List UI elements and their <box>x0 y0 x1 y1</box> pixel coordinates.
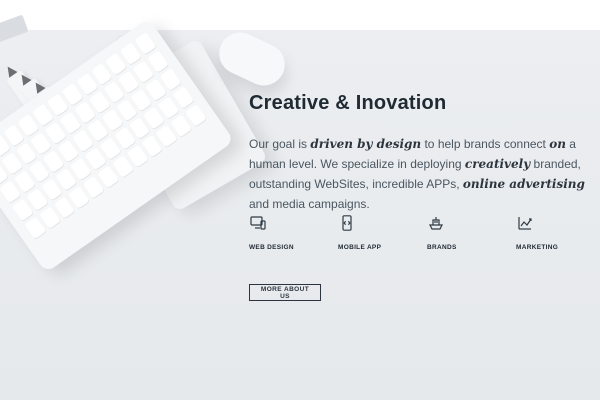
top-band <box>0 0 600 30</box>
hero-description: Our goal is driven by design to help bra… <box>249 134 594 214</box>
monitor-phone-icon <box>249 214 267 232</box>
chart-growth-icon <box>516 214 534 232</box>
service-label: WEB DESIGN <box>249 244 294 251</box>
hero-description-emphasis: online advertising <box>462 177 585 191</box>
service-marketing[interactable]: MARKETING <box>516 214 596 254</box>
more-about-us-button[interactable]: MORE ABOUT US <box>249 284 321 301</box>
hero-headline: Creative & Inovation <box>249 92 447 114</box>
service-web-design[interactable]: WEB DESIGN <box>249 214 329 254</box>
service-label: MOBILE APP <box>338 244 382 251</box>
mobile-code-icon <box>338 214 356 232</box>
hero-description-text: and media campaigns. <box>249 197 370 211</box>
service-label: BRANDS <box>427 244 457 251</box>
hero-description-emphasis: on <box>549 137 566 151</box>
hero-description-text: Our goal is <box>249 137 311 151</box>
hero-description-emphasis: driven by design <box>310 137 422 151</box>
service-brands[interactable]: BRANDS <box>427 214 507 254</box>
services-row: WEB DESIGN MOBILE APP BRANDS MARKETING <box>249 214 589 254</box>
hero-description-text: to help brands connect <box>421 137 550 151</box>
hero-section: Creative & Inovation Our goal is driven … <box>0 0 600 400</box>
ship-icon <box>427 214 445 232</box>
hero-description-emphasis: creatively <box>464 157 531 171</box>
service-mobile-app[interactable]: MOBILE APP <box>338 214 418 254</box>
service-label: MARKETING <box>516 244 559 251</box>
